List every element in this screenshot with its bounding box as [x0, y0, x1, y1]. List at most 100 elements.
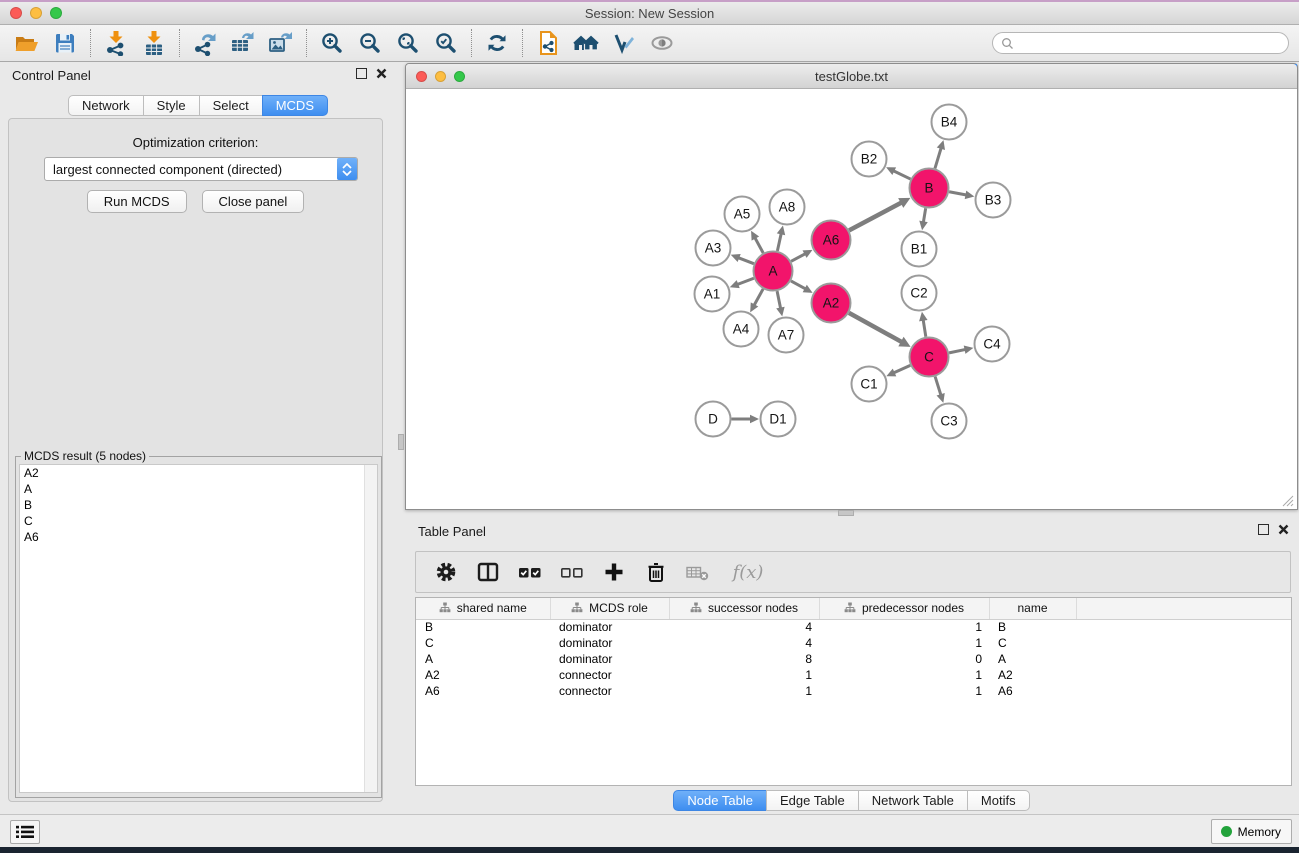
- table-options-button[interactable]: [432, 557, 460, 587]
- select-all-columns-button[interactable]: [516, 557, 544, 587]
- column-header-name[interactable]: name: [989, 598, 1076, 619]
- table-cell[interactable]: A6: [989, 683, 1076, 699]
- mcds-result-list[interactable]: A2ABCA6: [19, 464, 378, 793]
- network-canvas[interactable]: B4B2BB3A8A5A6A3B1AA1C2A2A4A7C4CC1DD1C3: [407, 90, 1296, 509]
- graph-edge[interactable]: [849, 203, 902, 231]
- close-table-panel-icon[interactable]: [1278, 524, 1289, 535]
- zoom-fit-button[interactable]: [389, 27, 427, 59]
- graph-edge[interactable]: [777, 233, 781, 251]
- style-editor-button[interactable]: [605, 27, 643, 59]
- table-cell[interactable]: B: [416, 619, 550, 635]
- table-cell[interactable]: 0: [819, 651, 989, 667]
- table-cell[interactable]: B: [989, 619, 1076, 635]
- table-cell[interactable]: C: [989, 635, 1076, 651]
- refresh-view-button[interactable]: [478, 27, 516, 59]
- graph-edge[interactable]: [849, 313, 902, 342]
- export-image-button[interactable]: [262, 27, 300, 59]
- new-network-from-file-button[interactable]: [529, 27, 567, 59]
- search-field[interactable]: [992, 32, 1289, 54]
- table-cell[interactable]: dominator: [550, 619, 669, 635]
- tab-network[interactable]: Network: [68, 95, 144, 116]
- node-table[interactable]: shared nameMCDS rolesuccessor nodesprede…: [415, 597, 1292, 786]
- export-network-button[interactable]: [186, 27, 224, 59]
- table-cell[interactable]: A2: [416, 667, 550, 683]
- table-cell[interactable]: connector: [550, 667, 669, 683]
- table-cell[interactable]: A: [989, 651, 1076, 667]
- column-header-shared-name[interactable]: shared name: [416, 598, 550, 619]
- create-column-button[interactable]: [600, 557, 628, 587]
- save-session-button[interactable]: [46, 27, 84, 59]
- delete-columns-button[interactable]: [642, 557, 670, 587]
- zoom-in-button[interactable]: [313, 27, 351, 59]
- tab-edge-table[interactable]: Edge Table: [766, 790, 859, 811]
- close-panel-icon[interactable]: [376, 68, 387, 79]
- scrollbar-track[interactable]: [364, 465, 377, 792]
- run-mcds-button[interactable]: Run MCDS: [87, 190, 187, 213]
- graph-edge[interactable]: [935, 377, 941, 396]
- table-cell[interactable]: dominator: [550, 651, 669, 667]
- table-cell[interactable]: C: [416, 635, 550, 651]
- horizontal-divider-handle[interactable]: [838, 510, 854, 516]
- result-list-item[interactable]: A2: [20, 465, 377, 481]
- search-input[interactable]: [1018, 34, 1288, 52]
- graph-edge[interactable]: [777, 291, 781, 308]
- zoom-out-button[interactable]: [351, 27, 389, 59]
- network-window-titlebar[interactable]: testGlobe.txt: [406, 64, 1297, 89]
- export-table-button[interactable]: [224, 27, 262, 59]
- tab-mcds[interactable]: MCDS: [262, 95, 328, 116]
- show-columns-button[interactable]: [474, 557, 502, 587]
- table-cell[interactable]: A2: [989, 667, 1076, 683]
- table-row[interactable]: Adominator80A: [416, 651, 1291, 667]
- show-hide-graphics-details-button[interactable]: [643, 27, 681, 59]
- tab-network-table[interactable]: Network Table: [858, 790, 968, 811]
- table-row[interactable]: Cdominator41C: [416, 635, 1291, 651]
- delete-table-button[interactable]: [684, 557, 712, 587]
- result-list-item[interactable]: A: [20, 481, 377, 497]
- result-list-item[interactable]: B: [20, 497, 377, 513]
- resize-grip-icon[interactable]: [1281, 494, 1294, 507]
- close-panel-button[interactable]: Close panel: [202, 190, 305, 213]
- table-cell[interactable]: dominator: [550, 635, 669, 651]
- table-cell[interactable]: 4: [669, 619, 819, 635]
- table-cell[interactable]: 1: [819, 667, 989, 683]
- table-cell[interactable]: A6: [416, 683, 550, 699]
- result-list-item[interactable]: C: [20, 513, 377, 529]
- float-panel-icon[interactable]: [356, 68, 367, 79]
- table-cell[interactable]: 1: [669, 667, 819, 683]
- graph-edge[interactable]: [791, 254, 805, 262]
- graph-edge[interactable]: [738, 258, 754, 264]
- import-network-button[interactable]: [97, 27, 135, 59]
- table-cell[interactable]: 1: [819, 635, 989, 651]
- tab-motifs[interactable]: Motifs: [967, 790, 1030, 811]
- graph-edge[interactable]: [949, 192, 966, 195]
- function-builder-button[interactable]: f(x): [726, 557, 770, 587]
- tab-select[interactable]: Select: [199, 95, 263, 116]
- graph-edge[interactable]: [923, 320, 926, 337]
- column-header-successor-nodes[interactable]: successor nodes: [669, 598, 819, 619]
- graph-edge[interactable]: [893, 171, 910, 179]
- tab-style[interactable]: Style: [143, 95, 200, 116]
- table-row[interactable]: A2connector11A2: [416, 667, 1291, 683]
- graph-edge[interactable]: [949, 349, 965, 352]
- table-cell[interactable]: 1: [819, 683, 989, 699]
- table-cell[interactable]: 8: [669, 651, 819, 667]
- table-row[interactable]: A6connector11A6: [416, 683, 1291, 699]
- float-table-panel-icon[interactable]: [1258, 524, 1269, 535]
- unselect-all-columns-button[interactable]: [558, 557, 586, 587]
- graph-edge[interactable]: [755, 238, 763, 253]
- column-header-predecessor-nodes[interactable]: predecessor nodes: [819, 598, 989, 619]
- task-history-button[interactable]: [10, 820, 40, 844]
- open-session-button[interactable]: [8, 27, 46, 59]
- network-graph[interactable]: B4B2BB3A8A5A6A3B1AA1C2A2A4A7C4CC1DD1C3: [407, 90, 1296, 509]
- graph-edge[interactable]: [737, 278, 754, 284]
- table-cell[interactable]: 4: [669, 635, 819, 651]
- table-cell[interactable]: A: [416, 651, 550, 667]
- graph-edge[interactable]: [923, 208, 925, 222]
- result-list-item[interactable]: A6: [20, 529, 377, 545]
- criterion-select[interactable]: largest connected component (directed): [44, 157, 358, 181]
- memory-button[interactable]: Memory: [1211, 819, 1292, 844]
- tab-node-table[interactable]: Node Table: [673, 790, 767, 811]
- vertical-divider-handle[interactable]: [398, 434, 404, 450]
- show-hide-panels-button[interactable]: [567, 27, 605, 59]
- table-row[interactable]: Bdominator41B: [416, 619, 1291, 635]
